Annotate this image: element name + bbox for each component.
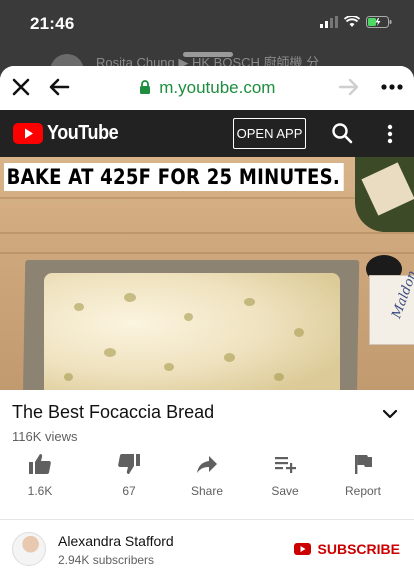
signal-icon: [320, 16, 338, 28]
youtube-header: YouTube OPEN APP: [0, 110, 414, 157]
save-label: Save: [271, 484, 299, 498]
view-count: 116K views: [12, 429, 78, 444]
dimple: [224, 353, 235, 362]
lock-icon: [139, 80, 150, 94]
youtube-logo[interactable]: YouTube: [13, 122, 126, 145]
dimple: [164, 363, 174, 371]
channel-name[interactable]: Alexandra Stafford: [58, 533, 174, 549]
status-time: 21:46: [30, 14, 75, 33]
thumbs-up-icon: [29, 454, 51, 474]
status-bar: 21:46: [0, 0, 414, 50]
share-icon: [197, 456, 217, 473]
report-button[interactable]: Report: [323, 450, 403, 498]
battery-icon: [366, 16, 392, 28]
browser-sheet: m.youtube.com YouTube OPEN APP Maldon BA…: [0, 66, 414, 571]
thumbs-down-icon: [118, 454, 140, 474]
youtube-logo-text: YouTube: [47, 122, 119, 144]
youtube-play-logo-icon: [13, 123, 43, 144]
dimple: [294, 328, 304, 337]
channel-avatar[interactable]: [12, 532, 46, 566]
more-horizontal-icon: [381, 84, 403, 90]
wood-grain: [0, 232, 414, 234]
action-bar: 1.6K 67 Share Save Report: [0, 450, 414, 514]
wifi-icon: [344, 16, 360, 27]
share-button[interactable]: Share: [167, 450, 247, 498]
open-app-button[interactable]: OPEN APP: [233, 118, 306, 149]
status-icons: [320, 16, 392, 28]
share-label: Share: [190, 484, 224, 498]
dimple: [124, 293, 136, 302]
more-options-button[interactable]: [380, 73, 404, 103]
video-caption: BAKE AT 425F FOR 25 MINUTES.: [4, 163, 344, 191]
dislike-button[interactable]: 67: [89, 450, 169, 498]
expand-description-button[interactable]: [382, 406, 398, 422]
forward-button[interactable]: [338, 76, 362, 100]
dimple: [244, 298, 255, 306]
search-button[interactable]: [331, 122, 353, 144]
wood-grain: [0, 252, 414, 254]
subscriber-count: 2.94K subscribers: [58, 553, 155, 567]
url-text: m.youtube.com: [159, 78, 276, 97]
wood-grain: [0, 197, 414, 199]
dimple: [104, 348, 116, 357]
video-player[interactable]: Maldon BAKE AT 425F FOR 25 MINUTES.: [0, 157, 414, 390]
like-count: 1.6K: [27, 484, 53, 498]
flag-icon: [355, 455, 372, 474]
more-vertical-icon: [387, 124, 393, 144]
video-title[interactable]: The Best Focaccia Bread: [12, 402, 402, 423]
search-icon: [332, 123, 353, 144]
forward-arrow-icon: [338, 78, 359, 96]
focaccia-dough: [44, 273, 340, 390]
dislike-count: 67: [122, 484, 136, 498]
sheet-grabber[interactable]: [183, 52, 233, 57]
browser-toolbar: m.youtube.com: [0, 66, 414, 110]
save-button[interactable]: Save: [245, 450, 325, 498]
dimple: [274, 373, 284, 381]
dimple: [64, 373, 73, 381]
dimple: [184, 313, 193, 321]
report-label: Report: [344, 484, 382, 498]
menu-button[interactable]: [380, 123, 400, 145]
youtube-play-icon: [293, 543, 311, 555]
like-button[interactable]: 1.6K: [0, 450, 80, 498]
video-info: The Best Focaccia Bread 116K views: [0, 390, 414, 444]
channel-row: Alexandra Stafford 2.94K subscribers SUB…: [0, 520, 414, 571]
subscribe-label: SUBSCRIBE: [317, 541, 400, 557]
chevron-down-icon: [382, 409, 398, 419]
dimple: [74, 303, 84, 311]
playlist-add-icon: [275, 457, 296, 473]
subscribe-button[interactable]: SUBSCRIBE: [293, 541, 400, 557]
